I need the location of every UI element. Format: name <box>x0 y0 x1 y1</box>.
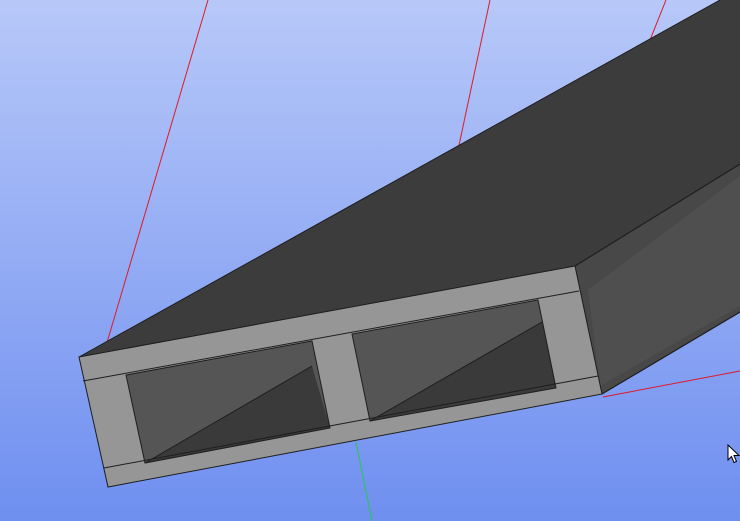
3d-viewport[interactable] <box>0 0 740 521</box>
arrow-pointer-icon <box>727 444 740 464</box>
3d-scene[interactable] <box>0 0 740 521</box>
